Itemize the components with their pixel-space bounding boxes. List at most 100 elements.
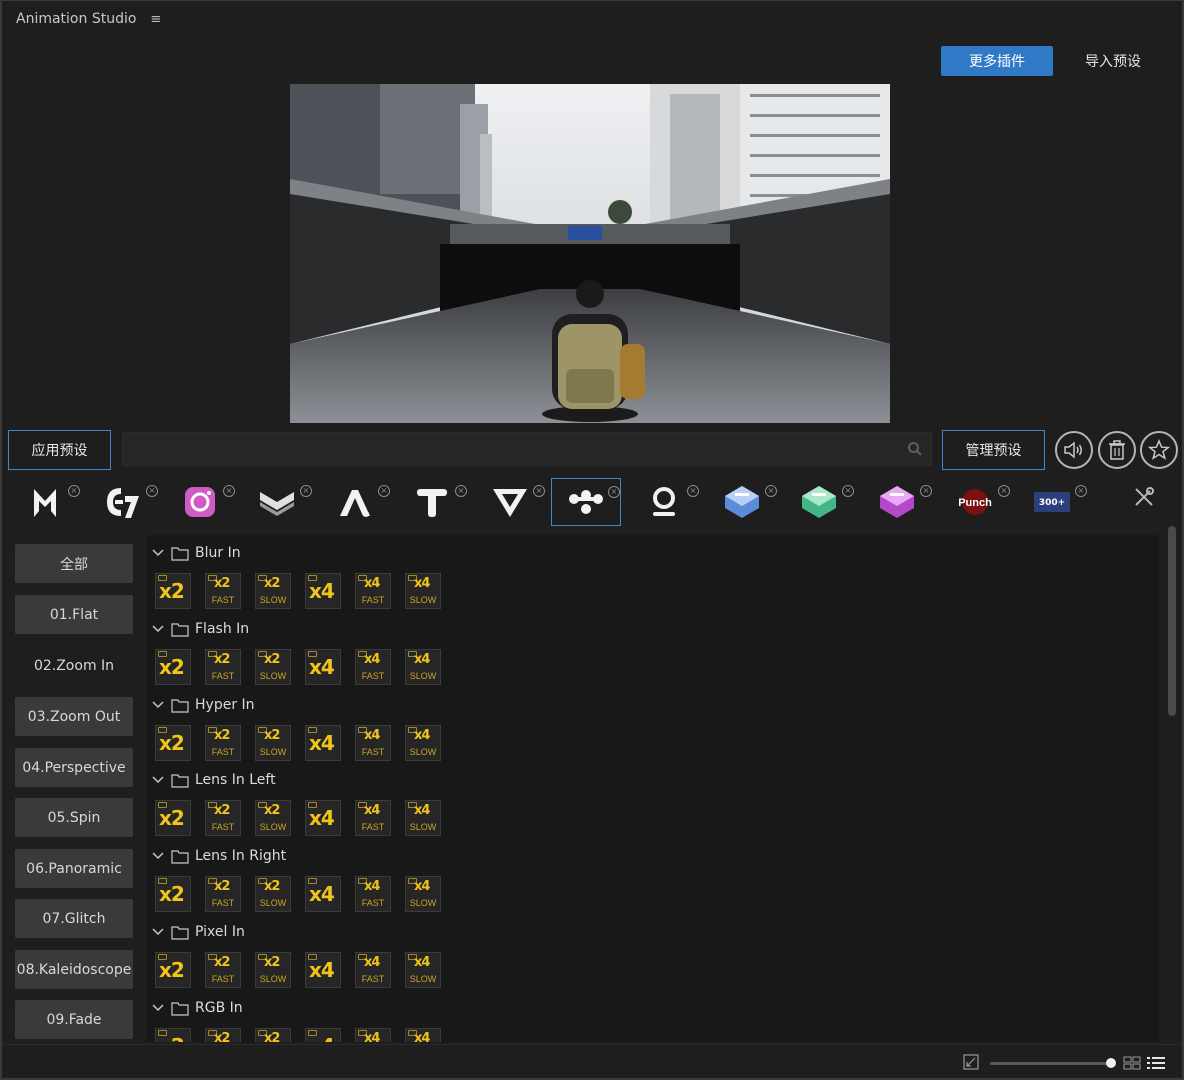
sound-button[interactable]	[1055, 431, 1093, 469]
preset-tile[interactable]: x4FAST	[355, 876, 391, 913]
preset-tile[interactable]: x2SLOW	[255, 800, 291, 837]
chevron-down-icon[interactable]	[151, 1001, 165, 1015]
plugin-m[interactable]: ×	[10, 478, 80, 526]
import-presets-button[interactable]: 导入预设	[1068, 46, 1158, 76]
preset-tile[interactable]: x2SLOW	[255, 876, 291, 913]
preset-tile[interactable]: x2SLOW	[255, 952, 291, 988]
preset-tile[interactable]: x4SLOW	[405, 1027, 441, 1042]
preset-tile[interactable]: x4	[305, 648, 341, 685]
manage-presets-button[interactable]: 管理预设	[942, 430, 1045, 470]
preset-tile[interactable]: x2SLOW	[255, 1027, 291, 1042]
preset-group-header[interactable]: Lens In Right	[151, 846, 286, 866]
search-input[interactable]	[122, 432, 932, 466]
delete-button[interactable]	[1098, 431, 1136, 469]
preset-tile[interactable]: x4FAST	[355, 1027, 391, 1042]
category-spin[interactable]: 05.Spin	[15, 798, 133, 837]
preset-tile[interactable]: x4	[305, 1027, 341, 1042]
category-panoramic[interactable]: 06.Panoramic	[15, 849, 133, 888]
preset-group-header[interactable]: Hyper In	[151, 695, 255, 715]
preset-tile[interactable]: x2SLOW	[255, 648, 291, 685]
preset-group-header[interactable]: Flash In	[151, 619, 249, 639]
remove-plugin-icon[interactable]: ×	[455, 485, 467, 497]
grid-view-icon[interactable]	[1123, 1056, 1141, 1070]
remove-plugin-icon[interactable]: ×	[533, 485, 545, 497]
category-glitch[interactable]: 07.Glitch	[15, 899, 133, 938]
preset-tile[interactable]: x2FAST	[205, 648, 241, 685]
preset-tile[interactable]: x2	[155, 724, 191, 761]
zoom-slider-track[interactable]	[990, 1062, 1114, 1065]
preset-tile[interactable]: x2	[155, 952, 191, 988]
preset-tile[interactable]: x4	[305, 573, 341, 609]
chevron-down-icon[interactable]	[151, 773, 165, 787]
preset-tile[interactable]: x4SLOW	[405, 952, 441, 988]
preset-group-header[interactable]: Lens In Left	[151, 770, 276, 790]
plugin-transitions-pack[interactable]: 300+ ×	[1017, 478, 1087, 526]
plugin-e-green[interactable]: ×	[784, 478, 854, 526]
preset-group-header[interactable]: Pixel In	[151, 922, 245, 942]
preset-tile[interactable]: x4SLOW	[405, 800, 441, 837]
zoom-slider-handle[interactable]	[1106, 1058, 1116, 1068]
category-zoom-out[interactable]: 03.Zoom Out	[15, 697, 133, 736]
remove-plugin-icon[interactable]: ×	[842, 485, 854, 497]
preset-tile[interactable]: x4	[305, 876, 341, 913]
preset-tile[interactable]: x4FAST	[355, 724, 391, 761]
remove-plugin-icon[interactable]: ×	[687, 485, 699, 497]
remove-plugin-icon[interactable]: ×	[300, 485, 312, 497]
preset-tile[interactable]: x2	[155, 573, 191, 609]
list-view-icon[interactable]	[1146, 1055, 1166, 1071]
remove-plugin-icon[interactable]: ×	[1075, 485, 1087, 497]
chevron-down-icon[interactable]	[151, 925, 165, 939]
vertical-scrollbar[interactable]	[1168, 526, 1176, 716]
category-perspective[interactable]: 04.Perspective	[15, 748, 133, 787]
plugin-s-purple[interactable]: ×	[862, 478, 932, 526]
search-icon[interactable]	[907, 441, 923, 457]
preset-tile[interactable]: x4	[305, 724, 341, 761]
plugin-a[interactable]: ×	[320, 478, 390, 526]
preset-tile[interactable]: x2	[155, 876, 191, 913]
remove-plugin-icon[interactable]: ×	[765, 485, 777, 497]
plugin-layers[interactable]: ×	[242, 478, 312, 526]
category-all[interactable]: 全部	[15, 544, 133, 583]
plugin-transitions[interactable]: ×	[551, 478, 621, 526]
more-plugins-button[interactable]: 更多插件	[941, 46, 1053, 76]
chevron-down-icon[interactable]	[151, 698, 165, 712]
preset-tile[interactable]: x2SLOW	[255, 724, 291, 761]
preset-tile[interactable]: x4FAST	[355, 800, 391, 837]
remove-plugin-icon[interactable]: ×	[223, 485, 235, 497]
preset-tile[interactable]: x2FAST	[205, 876, 241, 913]
preset-tile[interactable]: x2FAST	[205, 1027, 241, 1042]
preset-tile[interactable]: x4FAST	[355, 648, 391, 685]
plugin-v[interactable]: ×	[475, 478, 545, 526]
preset-tile[interactable]: x4	[305, 952, 341, 988]
chevron-down-icon[interactable]	[151, 622, 165, 636]
preset-tile[interactable]: x2	[155, 800, 191, 837]
preset-tile[interactable]: x2SLOW	[255, 573, 291, 609]
preset-tile[interactable]: x4FAST	[355, 573, 391, 609]
chevron-down-icon[interactable]	[151, 849, 165, 863]
favorite-button[interactable]	[1140, 431, 1178, 469]
plugin-t[interactable]: ×	[397, 478, 467, 526]
preset-tile[interactable]: x2FAST	[205, 800, 241, 837]
plugin-punch[interactable]: Punch ×	[940, 478, 1010, 526]
remove-plugin-icon[interactable]: ×	[68, 485, 80, 497]
preset-tile[interactable]: x2FAST	[205, 952, 241, 988]
plugin-camera[interactable]: ×	[165, 478, 235, 526]
preset-tile[interactable]: x4SLOW	[405, 724, 441, 761]
preset-tile[interactable]: x4FAST	[355, 952, 391, 988]
preset-tile[interactable]: x2	[155, 648, 191, 685]
category-kaleidoscope[interactable]: 08.Kaleidoscope	[15, 950, 133, 989]
plugin-e7[interactable]: ×	[88, 478, 158, 526]
remove-plugin-icon[interactable]: ×	[378, 485, 390, 497]
preset-tile[interactable]: x2FAST	[205, 573, 241, 609]
plugin-o[interactable]: ×	[629, 478, 699, 526]
preset-tile[interactable]: x4SLOW	[405, 648, 441, 685]
category-zoom-in[interactable]: 02.Zoom In	[15, 646, 133, 685]
remove-plugin-icon[interactable]: ×	[608, 486, 620, 498]
preset-tile[interactable]: x4	[305, 800, 341, 837]
chevron-down-icon[interactable]	[151, 546, 165, 560]
hamburger-icon[interactable]: ≡	[150, 12, 161, 27]
remove-plugin-icon[interactable]: ×	[998, 485, 1010, 497]
category-flat[interactable]: 01.Flat	[15, 595, 133, 634]
preset-tile[interactable]: x2	[155, 1027, 191, 1042]
preset-group-header[interactable]: RGB In	[151, 998, 243, 1018]
